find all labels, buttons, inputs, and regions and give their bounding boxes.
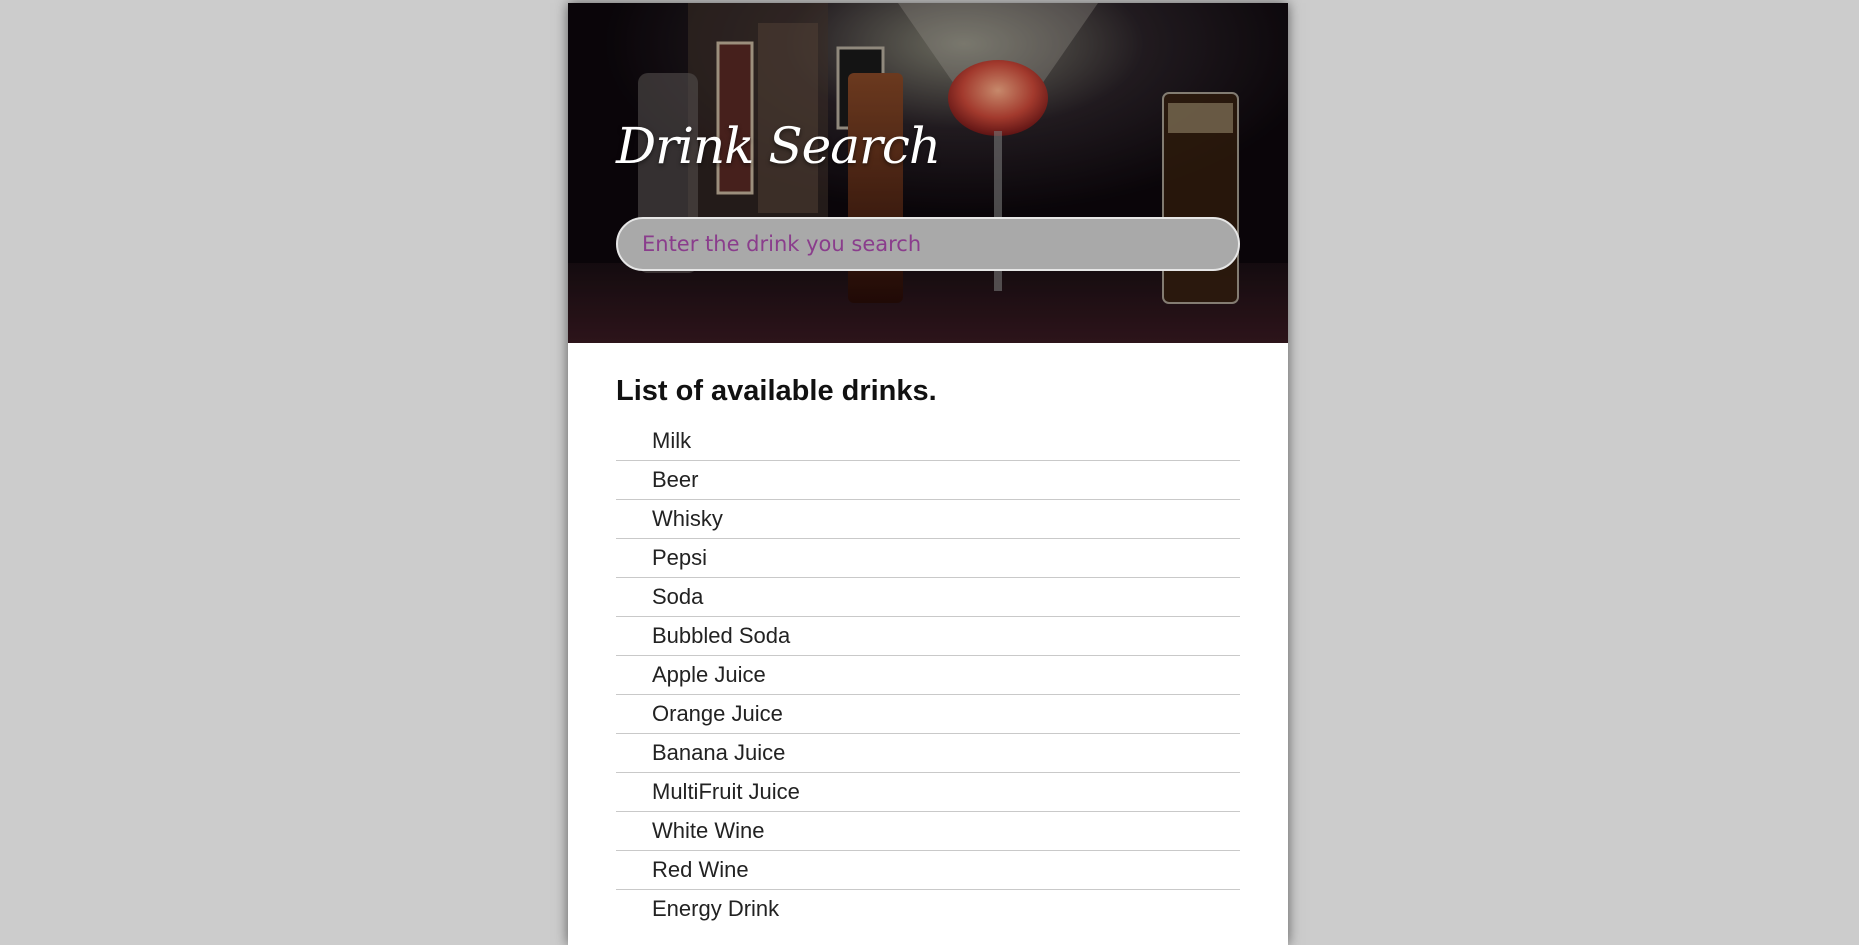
list-item: White Wine	[616, 812, 1240, 852]
list-item: Energy Drink	[652, 896, 780, 922]
page-card: Drink Search List of available drinks. M…	[568, 3, 1288, 945]
list-item: Beer	[616, 461, 1240, 501]
drink-search-input[interactable]	[616, 217, 1240, 271]
drinks-list-heading: List of available drinks.	[616, 375, 937, 407]
list-item: Pepsi	[616, 539, 1240, 579]
page-title: Drink Search	[616, 117, 941, 175]
list-item: Apple Juice	[616, 656, 1240, 696]
list-item: Banana Juice	[616, 734, 1240, 774]
list-item: Soda	[616, 578, 1240, 618]
list-item: Whisky	[616, 500, 1240, 540]
list-item: Milk	[616, 422, 1240, 462]
list-item: Red Wine	[616, 851, 1240, 891]
main-content: List of available drinks. Milk Beer Whis…	[616, 343, 1240, 929]
list-item: Bubbled Soda	[616, 617, 1240, 657]
list-item: MultiFruit Juice	[616, 773, 1240, 813]
drinks-list: Milk Beer Whisky Pepsi Soda Bubbled Soda…	[616, 422, 1240, 929]
hero-banner: Drink Search	[568, 3, 1288, 343]
list-item: Orange Juice	[616, 695, 1240, 735]
